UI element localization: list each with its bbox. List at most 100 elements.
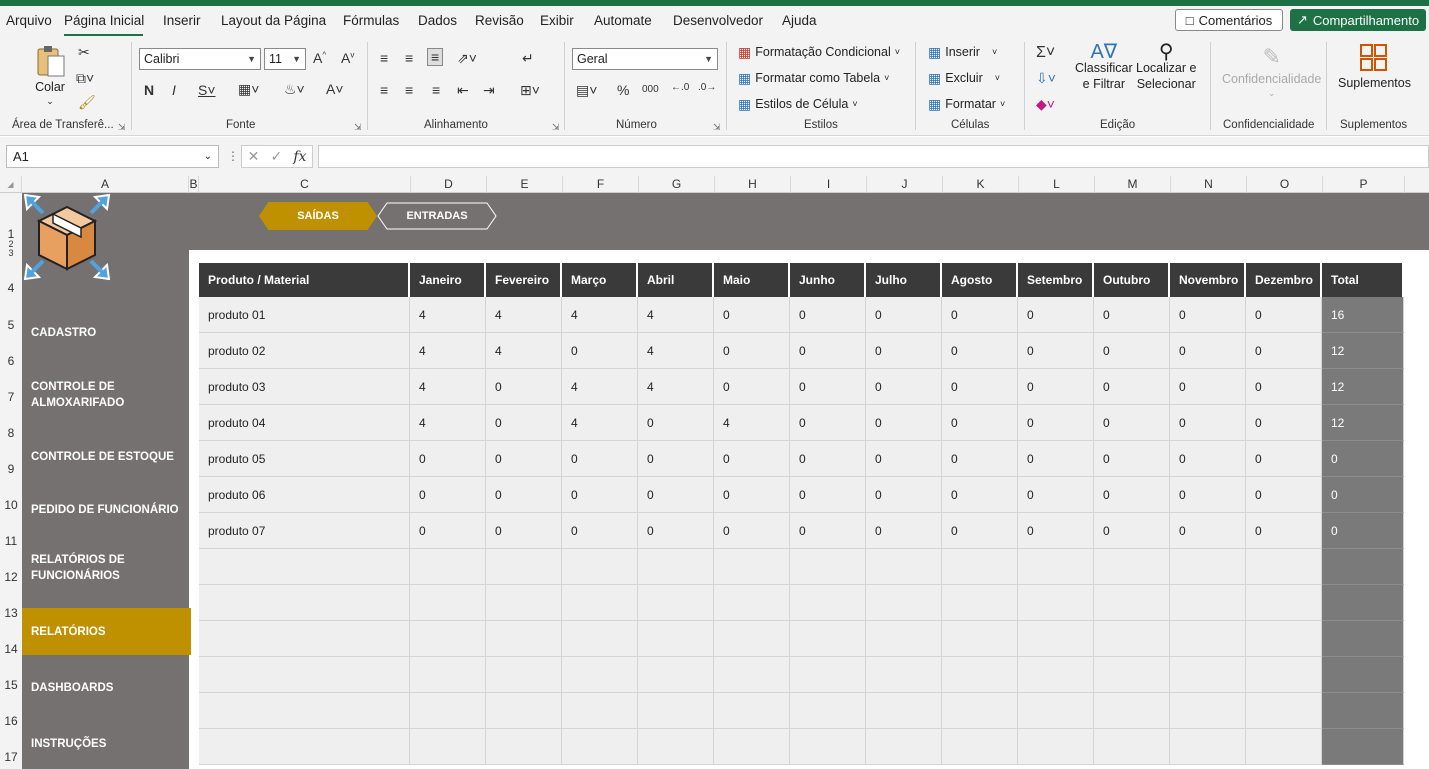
month-cell[interactable]: 0 bbox=[790, 513, 866, 549]
format-as-table-button[interactable]: ▦ Formatar como Tabela ˅ bbox=[738, 71, 889, 85]
total-cell[interactable]: 12 bbox=[1322, 369, 1404, 405]
increase-decimal-icon[interactable]: ←.0 bbox=[671, 82, 689, 93]
font-size-select[interactable]: 11 ▼ bbox=[264, 48, 306, 70]
month-cell[interactable]: 0 bbox=[714, 513, 790, 549]
product-cell[interactable] bbox=[199, 657, 410, 693]
column-header[interactable]: G bbox=[639, 176, 715, 193]
month-cell[interactable] bbox=[638, 693, 714, 729]
grow-font-icon[interactable]: A^ bbox=[313, 50, 326, 66]
month-cell[interactable] bbox=[866, 657, 942, 693]
column-header[interactable]: M bbox=[1095, 176, 1171, 193]
month-cell[interactable] bbox=[486, 693, 562, 729]
decrease-indent-icon[interactable]: ⇤ bbox=[457, 82, 469, 99]
column-header[interactable]: K bbox=[943, 176, 1019, 193]
merge-center-icon[interactable]: ⊞˅ bbox=[520, 82, 540, 99]
month-cell[interactable] bbox=[866, 621, 942, 657]
month-cell[interactable] bbox=[1094, 621, 1170, 657]
month-cell[interactable] bbox=[1246, 729, 1322, 765]
autosum-icon[interactable]: Σ˅ bbox=[1036, 44, 1055, 62]
month-cell[interactable] bbox=[866, 729, 942, 765]
month-cell[interactable] bbox=[486, 621, 562, 657]
row-header[interactable]: 7 bbox=[0, 390, 22, 404]
month-cell[interactable] bbox=[1094, 549, 1170, 585]
font-color-icon[interactable]: A˅ bbox=[326, 81, 344, 97]
cancel-icon[interactable]: ✕ bbox=[248, 148, 260, 165]
month-cell[interactable] bbox=[1246, 585, 1322, 621]
month-cell[interactable] bbox=[866, 549, 942, 585]
month-cell[interactable]: 0 bbox=[410, 441, 486, 477]
dialog-launcher-icon[interactable]: ⇲ bbox=[354, 122, 362, 133]
month-cell[interactable] bbox=[790, 693, 866, 729]
month-cell[interactable]: 0 bbox=[486, 477, 562, 513]
month-cell[interactable] bbox=[714, 693, 790, 729]
month-cell[interactable] bbox=[1018, 693, 1094, 729]
row-header[interactable]: 3 bbox=[0, 248, 22, 258]
row-header[interactable]: 16 bbox=[0, 714, 22, 728]
find-select-button[interactable]: ⚲ Localizar e Selecionar bbox=[1136, 42, 1196, 92]
month-cell[interactable]: 0 bbox=[1094, 333, 1170, 369]
menu-pagina-inicial[interactable]: Página Inicial bbox=[64, 13, 144, 28]
product-cell[interactable]: produto 07 bbox=[199, 513, 410, 549]
month-cell[interactable] bbox=[562, 693, 638, 729]
product-cell[interactable]: produto 05 bbox=[199, 441, 410, 477]
product-cell[interactable] bbox=[199, 621, 410, 657]
product-cell[interactable]: produto 03 bbox=[199, 369, 410, 405]
column-header[interactable]: F bbox=[563, 176, 639, 193]
month-cell[interactable]: 0 bbox=[1170, 333, 1246, 369]
month-cell[interactable] bbox=[942, 621, 1018, 657]
sensitivity-button[interactable]: ✎ Confidencialidade ⌄ bbox=[1222, 44, 1321, 99]
month-cell[interactable]: 0 bbox=[866, 441, 942, 477]
month-cell[interactable] bbox=[714, 549, 790, 585]
month-cell[interactable]: 4 bbox=[410, 297, 486, 333]
tab-saidas[interactable]: SAÍDAS bbox=[259, 202, 377, 230]
month-cell[interactable] bbox=[1018, 729, 1094, 765]
total-cell[interactable]: 12 bbox=[1322, 333, 1404, 369]
month-cell[interactable]: 0 bbox=[942, 333, 1018, 369]
month-cell[interactable]: 0 bbox=[714, 333, 790, 369]
month-cell[interactable]: 0 bbox=[1094, 477, 1170, 513]
paste-button[interactable]: Colar ⌄ bbox=[34, 44, 66, 107]
month-cell[interactable]: 0 bbox=[638, 441, 714, 477]
month-cell[interactable]: 0 bbox=[866, 297, 942, 333]
product-cell[interactable]: produto 01 bbox=[199, 297, 410, 333]
month-cell[interactable]: 0 bbox=[790, 477, 866, 513]
comments-button[interactable]: □ Comentários bbox=[1175, 9, 1283, 31]
month-cell[interactable] bbox=[1018, 549, 1094, 585]
month-cell[interactable] bbox=[1018, 657, 1094, 693]
row-header[interactable]: 15 bbox=[0, 678, 22, 692]
month-cell[interactable] bbox=[942, 657, 1018, 693]
month-cell[interactable]: 0 bbox=[790, 333, 866, 369]
total-cell[interactable]: 0 bbox=[1322, 441, 1404, 477]
month-cell[interactable] bbox=[942, 549, 1018, 585]
month-cell[interactable]: 4 bbox=[562, 369, 638, 405]
month-cell[interactable]: 0 bbox=[1170, 477, 1246, 513]
month-cell[interactable] bbox=[1170, 585, 1246, 621]
month-cell[interactable]: 0 bbox=[942, 477, 1018, 513]
row-header[interactable]: 12 bbox=[0, 570, 22, 584]
month-cell[interactable]: 0 bbox=[1246, 405, 1322, 441]
product-cell[interactable] bbox=[199, 693, 410, 729]
month-cell[interactable]: 0 bbox=[1170, 369, 1246, 405]
month-cell[interactable] bbox=[562, 621, 638, 657]
share-button[interactable]: ↗ Compartilhamento bbox=[1290, 9, 1426, 31]
month-cell[interactable]: 0 bbox=[1246, 333, 1322, 369]
total-cell[interactable] bbox=[1322, 693, 1404, 729]
month-cell[interactable] bbox=[562, 549, 638, 585]
column-header[interactable]: I bbox=[791, 176, 867, 193]
sidebar-item-relatorios-funcionarios[interactable]: RELATÓRIOS DE FUNCIONÁRIOS bbox=[22, 551, 152, 585]
month-cell[interactable]: 4 bbox=[562, 405, 638, 441]
month-cell[interactable] bbox=[638, 549, 714, 585]
menu-arquivo[interactable]: Arquivo bbox=[6, 13, 52, 28]
month-cell[interactable]: 0 bbox=[942, 441, 1018, 477]
total-cell[interactable]: 16 bbox=[1322, 297, 1404, 333]
month-cell[interactable]: 0 bbox=[1094, 513, 1170, 549]
column-header[interactable]: D bbox=[411, 176, 487, 193]
sidebar-item-dashboards[interactable]: DASHBOARDS bbox=[22, 673, 189, 703]
month-cell[interactable]: 0 bbox=[1246, 477, 1322, 513]
month-cell[interactable]: 4 bbox=[562, 297, 638, 333]
dialog-launcher-icon[interactable]: ⇲ bbox=[552, 122, 560, 133]
month-cell[interactable]: 0 bbox=[1170, 297, 1246, 333]
month-cell[interactable]: 0 bbox=[1018, 513, 1094, 549]
column-header[interactable]: H bbox=[715, 176, 791, 193]
month-cell[interactable] bbox=[1246, 657, 1322, 693]
